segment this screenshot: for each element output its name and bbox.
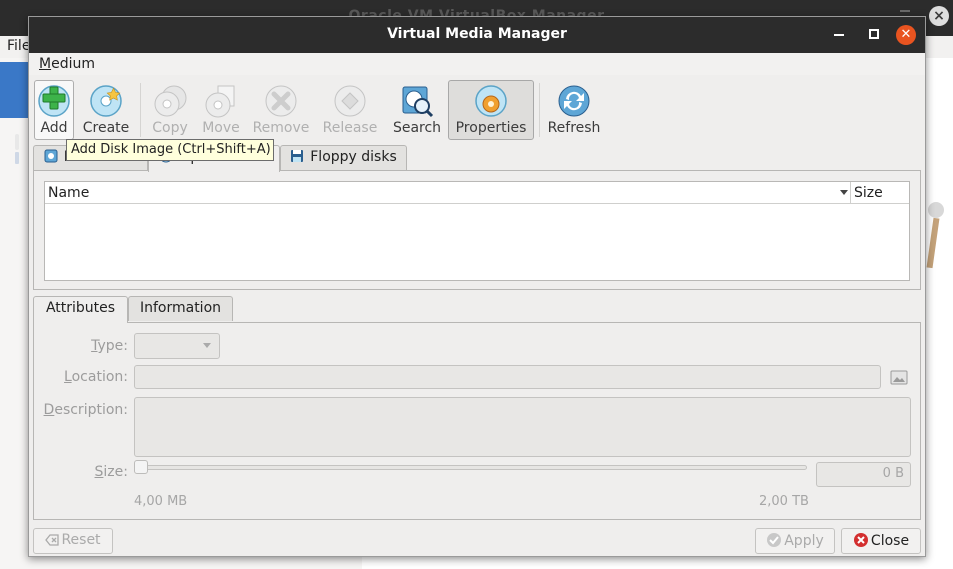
manager-close-icon[interactable]: ×	[929, 6, 949, 26]
move-label: Move	[202, 120, 240, 136]
apply-check-icon	[767, 533, 782, 547]
apply-label: Apply	[784, 533, 824, 549]
release-disk-icon	[334, 85, 366, 117]
floppy-disk-icon	[291, 150, 304, 162]
location-field[interactable]	[134, 365, 881, 389]
menu-medium[interactable]: Medium	[39, 56, 95, 72]
remove-disk-icon	[265, 85, 297, 117]
column-name-header[interactable]: Name	[48, 185, 89, 201]
details-tabs: Attributes Information	[33, 296, 921, 323]
move-button[interactable]: Move	[196, 80, 246, 140]
close-label: Close	[870, 533, 910, 549]
virtual-media-manager-dialog: Virtual Media Manager ✕ Medium Add Creat	[28, 16, 926, 557]
tab-floppy-disks-label: Floppy disks	[310, 149, 397, 165]
refresh-label: Refresh	[547, 120, 601, 136]
reset-icon	[45, 534, 60, 546]
reset-button[interactable]: Reset	[33, 528, 113, 554]
close-icon	[853, 533, 868, 547]
tab-information[interactable]: Information	[128, 296, 233, 321]
close-button[interactable]: Close	[841, 528, 921, 554]
minimize-icon[interactable]	[834, 34, 844, 36]
manager-footer-content	[362, 556, 953, 569]
manager-minimize-icon[interactable]	[900, 10, 910, 12]
dialog-titlebar[interactable]: Virtual Media Manager ✕	[29, 17, 925, 53]
attributes-panel: Type: Location: Description: Size: 0 B 4…	[33, 322, 921, 520]
manager-content	[925, 58, 953, 569]
copy-disk-icon	[154, 85, 187, 117]
type-label: Type:	[91, 338, 128, 354]
add-tooltip: Add Disk Image (Ctrl+Shift+A)	[66, 139, 274, 161]
media-list-panel: Name Size	[33, 170, 921, 290]
tab-attributes-label: Attributes	[45, 300, 116, 316]
dialog-menubar: Medium	[29, 53, 925, 75]
column-divider[interactable]	[850, 182, 851, 204]
size-max-label: 2,00 TB	[759, 494, 809, 509]
size-field[interactable]: 0 B	[816, 462, 911, 487]
wrench-icon	[926, 202, 944, 269]
properties-button[interactable]: Properties	[448, 80, 534, 140]
size-slider-handle[interactable]	[134, 460, 148, 474]
release-label: Release	[322, 120, 378, 136]
refresh-icon	[558, 85, 590, 117]
sort-arrow-icon	[840, 190, 848, 195]
close-window-icon[interactable]: ✕	[896, 25, 916, 45]
toolbar-separator	[140, 83, 141, 137]
properties-icon	[475, 85, 507, 117]
remove-button[interactable]: Remove	[250, 80, 312, 140]
type-combobox[interactable]	[134, 333, 220, 359]
media-tree-header: Name Size	[45, 182, 909, 204]
description-field[interactable]	[134, 397, 911, 457]
create-disk-icon	[90, 85, 122, 117]
size-min-label: 4,00 MB	[134, 494, 188, 509]
add-button[interactable]: Add	[34, 80, 74, 140]
manager-tools-item[interactable]	[0, 62, 30, 164]
release-button[interactable]: Release	[317, 80, 383, 140]
apply-button[interactable]: Apply	[755, 528, 835, 554]
add-disk-icon	[38, 85, 70, 117]
location-label: Location:	[64, 369, 128, 385]
tab-attributes[interactable]: Attributes	[33, 296, 128, 323]
column-size-header[interactable]: Size	[854, 185, 883, 201]
chevron-down-icon	[203, 343, 211, 348]
reset-label: Reset	[61, 532, 101, 548]
search-label: Search	[392, 120, 442, 136]
copy-label: Copy	[152, 120, 188, 136]
create-button[interactable]: Create	[79, 80, 133, 140]
hard-disk-icon	[44, 149, 58, 163]
maximize-icon[interactable]	[869, 29, 879, 39]
tab-floppy-disks[interactable]: Floppy disks	[280, 145, 407, 170]
manager-menu-file[interactable]: File	[7, 38, 30, 54]
search-button[interactable]: Search	[389, 80, 445, 140]
description-label: Description:	[43, 402, 128, 418]
search-disk-icon	[402, 86, 434, 118]
create-label: Create	[82, 120, 130, 136]
size-value: 0 B	[882, 466, 904, 481]
refresh-button[interactable]: Refresh	[543, 80, 605, 140]
size-slider-track[interactable]	[134, 465, 807, 470]
size-label: Size:	[94, 464, 128, 480]
properties-label: Properties	[455, 120, 527, 136]
remove-label: Remove	[252, 120, 310, 136]
toolbar: Add Create Copy Move Remove Release Sear…	[29, 75, 925, 147]
folder-browse-icon[interactable]	[890, 368, 908, 386]
dialog-title: Virtual Media Manager	[387, 26, 567, 42]
toolbar-separator	[539, 83, 540, 137]
tab-information-label: Information	[139, 300, 222, 316]
tools-icon	[15, 134, 19, 164]
copy-button[interactable]: Copy	[146, 80, 194, 140]
media-tree[interactable]: Name Size	[44, 181, 910, 281]
add-label: Add	[40, 120, 68, 136]
move-disk-icon	[205, 85, 235, 118]
